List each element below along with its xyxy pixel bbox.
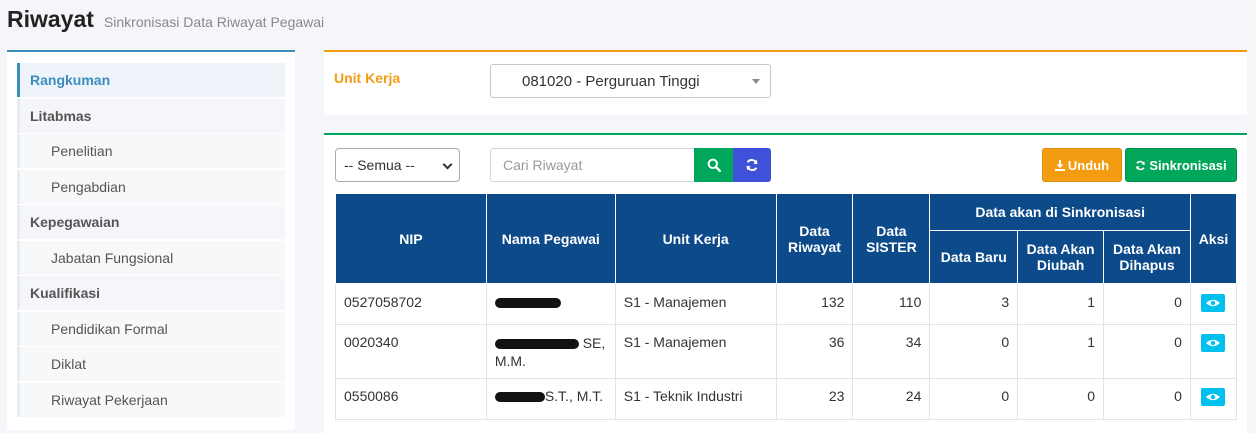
table-row: 0527058702 S1 - Manajemen 132 110 3 1 0 (335, 283, 1238, 325)
col-header-sister[interactable]: Data SISTER (852, 193, 931, 284)
riwayat-panel: -- Semua -- Cari Riwayat Unduh Sinkronis… (324, 133, 1247, 433)
unduh-button[interactable]: Unduh (1042, 148, 1122, 182)
caret-down-icon (752, 79, 760, 84)
cell-baru: 3 (929, 283, 1019, 325)
cell-dihapus: 0 (1103, 378, 1191, 420)
cell-riwayat: 36 (775, 324, 854, 379)
view-button[interactable] (1201, 388, 1226, 406)
sidebar-item-kepegawaian[interactable]: Kepegawaian (17, 205, 285, 239)
refresh-icon (1136, 160, 1146, 170)
search-icon (707, 158, 721, 172)
cell-nama (485, 283, 616, 325)
refresh-icon (746, 159, 758, 171)
sidebar-item-kualifikasi[interactable]: Kualifikasi (17, 276, 285, 310)
col-header-aksi: Aksi (1189, 193, 1238, 284)
refresh-button[interactable] (733, 148, 771, 182)
filter-select-value: -- Semua -- (344, 157, 415, 173)
cell-sister: 24 (852, 378, 931, 420)
cell-unit: S1 - Teknik Industri (614, 378, 777, 420)
cell-riwayat: 132 (775, 283, 854, 325)
sidebar-item-label: Pengabdian (51, 179, 126, 195)
col-header-riwayat[interactable]: Data Riwayat (775, 193, 854, 284)
redacted-name (494, 298, 561, 309)
cell-aksi (1189, 324, 1238, 379)
view-button[interactable] (1201, 334, 1226, 352)
search-input[interactable]: Cari Riwayat (490, 148, 695, 182)
unit-kerja-panel: Unit Kerja 081020 - Perguruan Tinggi (324, 50, 1247, 115)
cell-diubah: 1 (1017, 283, 1105, 325)
cell-sister: 34 (852, 324, 931, 379)
eye-icon (1206, 339, 1221, 347)
sidebar-item-label: Diklat (51, 356, 87, 372)
eye-icon (1206, 299, 1221, 307)
riwayat-table: NIP Nama Pegawai Unit Kerja Data Riwayat… (335, 193, 1238, 420)
cell-unit: S1 - Manajemen (614, 324, 777, 379)
cell-nama: S.T., M.T. (485, 378, 616, 420)
cell-nip: 0020340 (335, 324, 487, 379)
sidebar-item-pengabdian[interactable]: Pengabdian (17, 170, 285, 204)
cell-aksi (1189, 283, 1238, 325)
unit-kerja-value: 081020 - Perguruan Tinggi (522, 72, 700, 90)
search-button[interactable] (694, 148, 733, 182)
view-button[interactable] (1201, 294, 1226, 312)
sidebar-item-rangkuman[interactable]: Rangkuman (17, 63, 285, 97)
cell-nip: 0550086 (335, 378, 487, 420)
cell-dihapus: 0 (1103, 283, 1191, 325)
unit-kerja-select[interactable]: 081020 - Perguruan Tinggi (490, 64, 771, 98)
col-group-sinkronisasi: Data akan di Sinkronisasi (929, 193, 1191, 231)
cell-diubah: 1 (1017, 324, 1105, 379)
unduh-label: Unduh (1067, 157, 1110, 173)
chevron-down-icon (442, 159, 453, 170)
cell-nama: SE, M.M. (485, 324, 616, 379)
search-placeholder: Cari Riwayat (503, 157, 583, 173)
cell-unit: S1 - Manajemen (614, 283, 777, 325)
sidebar-item-label: Penelitian (51, 143, 113, 159)
sidebar-item-label: Kepegawaian (30, 214, 120, 230)
page-subtitle: Sinkronisasi Data Riwayat Pegawai (103, 14, 325, 30)
col-header-nip[interactable]: NIP (335, 193, 487, 284)
sidebar-item-penelitian[interactable]: Penelitian (17, 134, 285, 168)
sidebar-item-diklat[interactable]: Diklat (17, 347, 285, 381)
cell-nip: 0527058702 (335, 283, 487, 325)
sidebar-item-label: Pendidikan Formal (51, 321, 168, 337)
eye-icon (1206, 393, 1221, 401)
sinkronisasi-label: Sinkronisasi (1149, 157, 1227, 173)
cell-aksi (1189, 378, 1238, 420)
sidebar-item-label: Riwayat Pekerjaan (51, 392, 168, 408)
cell-riwayat: 23 (775, 378, 854, 420)
page-title: Riwayat (7, 6, 94, 32)
unit-kerja-label: Unit Kerja (334, 70, 401, 86)
download-icon (1054, 159, 1065, 171)
cell-baru: 0 (929, 324, 1019, 379)
col-header-unit[interactable]: Unit Kerja (614, 193, 777, 284)
cell-nama-suffix: S.T., M.T. (544, 388, 604, 404)
sidebar-item-label: Rangkuman (30, 72, 111, 88)
redacted-name (494, 392, 545, 403)
sidebar-item-label: Litabmas (30, 108, 92, 124)
table-row: 0020340 SE, M.M. S1 - Manajemen 36 34 0 … (335, 324, 1238, 379)
sidebar-item-label: Jabatan Fungsional (51, 250, 174, 266)
sinkronisasi-button[interactable]: Sinkronisasi (1125, 148, 1237, 182)
sidebar-item-litabmas[interactable]: Litabmas (17, 99, 285, 133)
sidebar: Rangkuman Litabmas Penelitian Pengabdian… (7, 50, 295, 430)
cell-baru: 0 (929, 378, 1019, 420)
filter-select[interactable]: -- Semua -- (335, 148, 460, 182)
sidebar-item-label: Kualifikasi (30, 285, 101, 301)
cell-diubah: 0 (1017, 378, 1105, 420)
cell-sister: 110 (852, 283, 931, 325)
sidebar-item-riwayat-pekerjaan[interactable]: Riwayat Pekerjaan (17, 383, 285, 417)
cell-dihapus: 0 (1103, 324, 1191, 379)
sidebar-item-pendidikan-formal[interactable]: Pendidikan Formal (17, 312, 285, 346)
page-header: Riwayat Sinkronisasi Data Riwayat Pegawa… (7, 6, 324, 33)
redacted-name (494, 339, 579, 350)
col-header-dihapus[interactable]: Data Akan Dihapus (1103, 230, 1191, 284)
table-row: 0550086 S.T., M.T. S1 - Teknik Industri … (335, 378, 1238, 420)
col-header-diubah[interactable]: Data Akan Diubah (1017, 230, 1105, 284)
col-header-baru[interactable]: Data Baru (929, 230, 1019, 284)
sidebar-item-jabatan-fungsional[interactable]: Jabatan Fungsional (17, 241, 285, 275)
col-header-nama[interactable]: Nama Pegawai (485, 193, 616, 284)
